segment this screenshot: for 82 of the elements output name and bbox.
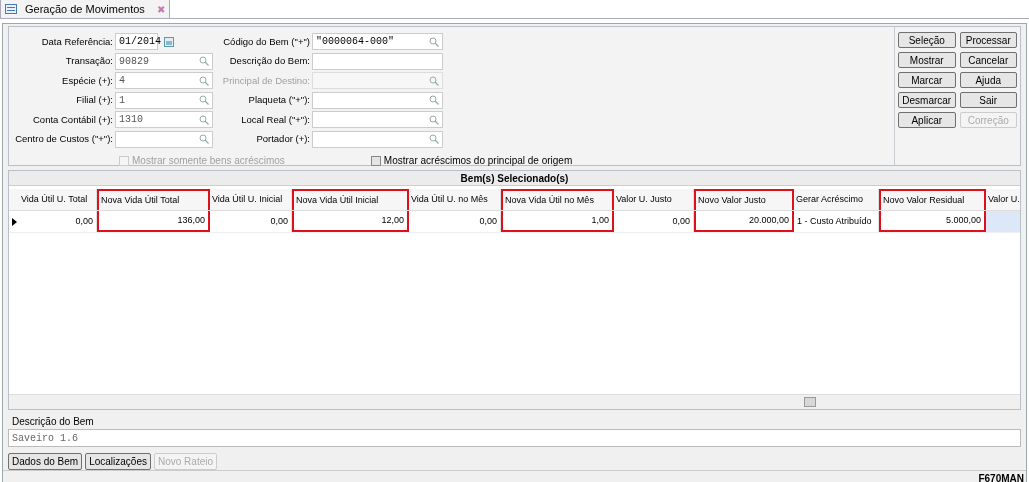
scrollbar[interactable] <box>9 394 1020 409</box>
field-label: Principal de Destino: <box>221 73 311 88</box>
field-label: Descrição do Bem: <box>228 54 311 69</box>
field-label: Transação: <box>64 54 114 69</box>
column-header[interactable]: Nova Vida Útil Inicial <box>292 189 409 210</box>
lookup-field[interactable] <box>312 130 443 148</box>
table-cell: 0,00 <box>614 211 694 232</box>
search-icon[interactable] <box>429 134 439 145</box>
action-button[interactable]: Localizações <box>85 453 151 470</box>
status-text: F670MAN <box>978 471 1024 482</box>
scroll-thumb[interactable] <box>804 397 816 407</box>
table-cell: 1 - Custo Atribuído <box>794 211 879 232</box>
form-icon <box>5 4 17 14</box>
field-value: 1310 <box>119 113 144 128</box>
search-icon[interactable] <box>429 36 439 47</box>
field-label: Data Referência: <box>40 34 114 49</box>
action-button[interactable]: Seleção <box>898 32 956 48</box>
calendar-icon[interactable] <box>164 36 174 47</box>
field-label: Espécie (+): <box>61 73 114 88</box>
column-header[interactable]: Novo Valor Residual <box>879 189 986 210</box>
search-icon[interactable] <box>199 134 209 145</box>
action-button[interactable]: Marcar <box>898 72 956 88</box>
field-label: Código do Bem ("+") <box>222 34 311 49</box>
field-label: Filial (+): <box>75 93 114 108</box>
search-icon[interactable] <box>199 114 209 125</box>
lookup-field[interactable]: 1310 <box>115 111 213 129</box>
action-button[interactable]: Aplicar <box>898 112 956 128</box>
search-icon[interactable] <box>199 56 209 67</box>
table-cell: 0,00 <box>210 211 292 232</box>
lookup-field[interactable] <box>312 72 443 90</box>
search-icon[interactable] <box>199 75 209 86</box>
checkbox-label: Mostrar somente bens acréscimos <box>132 154 285 168</box>
search-icon[interactable] <box>199 95 209 106</box>
tab-title: Geração de Movimentos <box>24 1 146 17</box>
field-value: 4 <box>119 74 126 89</box>
input-field[interactable] <box>312 52 443 70</box>
action-button[interactable]: Ajuda <box>959 72 1017 88</box>
action-button[interactable]: Sair <box>959 92 1017 108</box>
lookup-field[interactable] <box>312 91 443 109</box>
field-label: Conta Contábil (+): <box>32 112 114 127</box>
column-header[interactable]: Valor U. Justo <box>614 189 694 210</box>
field-label: Centro de Custos ("+"): <box>14 132 114 147</box>
search-icon[interactable] <box>429 114 439 125</box>
lookup-field[interactable]: 1 <box>115 91 213 109</box>
column-header[interactable]: Gerar Acréscimo <box>794 189 879 210</box>
action-button[interactable]: Desmarcar <box>898 92 956 108</box>
lookup-field[interactable]: 90829 <box>115 52 213 70</box>
field-label: Descrição do Bem <box>11 415 94 429</box>
lookup-field[interactable] <box>115 130 213 148</box>
search-icon[interactable] <box>429 75 439 86</box>
column-header[interactable]: Novo Valor Justo <box>694 189 794 210</box>
field-value: 1 <box>119 93 126 108</box>
field-label: Local Real ("+"): <box>240 112 311 127</box>
table-cell: 20.000,00 <box>694 211 794 232</box>
lookup-field[interactable]: 4 <box>115 72 213 90</box>
lookup-field[interactable]: "0000064-000" <box>312 33 443 51</box>
column-header[interactable]: Vida Útil U. no Mês <box>409 189 501 210</box>
action-button[interactable]: Cancelar <box>959 52 1017 68</box>
checkbox-label: Mostrar acréscimos do principal de origem <box>383 154 573 168</box>
checkbox[interactable] <box>370 155 381 166</box>
table-cell: 12,00 <box>292 211 409 232</box>
table-cell: 136,00 <box>97 211 210 232</box>
description-field[interactable]: Saveiro 1.6 <box>8 429 1021 447</box>
table-cell: 0,00 <box>19 211 97 232</box>
lookup-field[interactable] <box>312 111 443 129</box>
column-header[interactable]: Nova Vida Útil Total <box>97 189 210 210</box>
column-header[interactable]: Nova Vida Útil no Mês <box>501 189 614 210</box>
tab[interactable]: Geração de Movimentos ✖ <box>0 0 170 18</box>
action-button[interactable]: Mostrar <box>898 52 956 68</box>
table-cell: 0,00 <box>409 211 501 232</box>
field-value: "0000064-000" <box>316 35 395 50</box>
field-label: Plaqueta ("+"): <box>247 93 311 108</box>
action-button[interactable]: Processar <box>959 32 1017 48</box>
column-header[interactable]: Valor U. <box>986 189 1020 210</box>
search-icon[interactable] <box>429 95 439 106</box>
action-button[interactable]: Dados do Bem <box>8 453 83 470</box>
field-label: Portador (+): <box>255 132 311 147</box>
column-header[interactable]: Vida Útil U. Total <box>19 189 97 210</box>
table-title: Bem(s) Selecionado(s) <box>460 171 569 186</box>
column-header[interactable]: Vida Útil U. Inicial <box>210 189 292 210</box>
table-cell: 1,00 <box>501 211 614 232</box>
field-value: 90829 <box>119 54 150 69</box>
